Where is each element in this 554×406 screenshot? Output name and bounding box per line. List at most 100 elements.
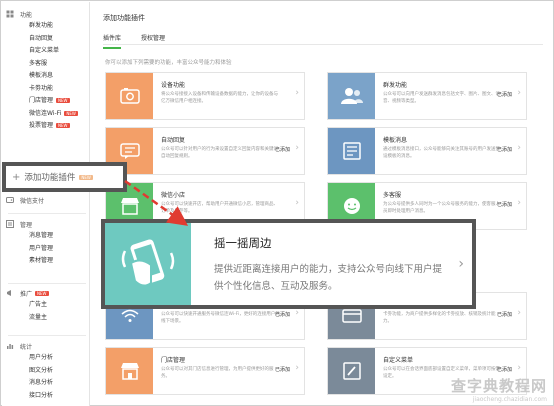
sidebar-item-coupon[interactable]: 卡劵功能 <box>2 83 89 96</box>
sidebar-heading-manage: 管理 <box>2 218 89 230</box>
plugin-card-device[interactable]: 设备功能 将公众号接接入设备和传输设备数据的能力，让你的设备与亿万微信用户相连接… <box>105 72 305 120</box>
sidebar-item-article-analysis[interactable]: 图文分析 <box>2 365 89 378</box>
plugin-title: 群发功能 <box>383 82 408 89</box>
plugin-desc: 将公众号接接入设备和传输设备数据的能力，让你的设备与亿万微信用户相连接。 <box>161 92 278 104</box>
sidebar-item-messages[interactable]: 消息管理 <box>2 230 89 243</box>
plugin-desc: 公众号可以对其门店信息进行管理，为用户提供更好的服务。 <box>161 367 274 379</box>
sidebar-item-users[interactable]: 用户管理 <box>2 243 89 256</box>
sidebar-item-label: 广告主 <box>29 301 48 308</box>
sidebar-item-message-analysis[interactable]: 消息分析 <box>2 377 89 390</box>
statistics-icon <box>6 342 14 350</box>
manage-icon <box>6 220 14 228</box>
chevron-right-icon: › <box>517 308 521 318</box>
sidebar-heading-promotion: 推广 NEW <box>2 287 89 299</box>
sidebar-item-mass-send[interactable]: 群发功能 <box>2 20 89 33</box>
sidebar-heading-label: 微信支付 <box>20 197 45 205</box>
menu-icon <box>328 348 375 394</box>
plugin-title: 模板消息 <box>383 137 408 144</box>
main-content: 添加功能插件 插件库 授权管理 你可以添加下列需要的功能，丰富公众号能力和体验 … <box>91 2 554 406</box>
promotion-icon <box>6 289 14 297</box>
store-icon <box>106 348 153 394</box>
sidebar-item-template-message[interactable]: 模板消息 <box>2 70 89 83</box>
sidebar-item-label: 卡劵功能 <box>29 84 54 92</box>
sidebar-section-statistics: 统计 用户分析 图文分析 消息分析 接口分析 <box>2 340 89 403</box>
watermark-url: jiaocheng.chazidian.com <box>472 396 547 403</box>
sidebar-item-traffic-owner[interactable]: 流量主 <box>2 312 89 325</box>
chevron-right-icon: › <box>517 363 521 373</box>
sidebar-item-label: 模板消息 <box>29 72 54 79</box>
plugin-status: 已添加 <box>496 202 512 208</box>
new-badge: NEW <box>35 290 49 296</box>
new-badge: NEW <box>64 110 78 116</box>
tab-authorization[interactable]: 授权管理 <box>141 33 165 49</box>
plugin-card-template-message[interactable]: 模板消息 通过模板消息接口，公众号能够向关注其账号的用户发送预设模板的消息。 已… <box>327 127 527 175</box>
sidebar-item-auto-reply[interactable]: 自动回复 <box>2 33 89 46</box>
page-title: 添加功能插件 <box>103 14 145 22</box>
sidebar-item-user-analysis[interactable]: 用户分析 <box>2 352 89 365</box>
features-icon <box>6 10 14 18</box>
plugin-desc: 提供近距离连接用户的能力，支持公众号向线下用户提供个性化信息、互动及服务。 <box>214 264 443 292</box>
users-icon <box>328 73 375 119</box>
plugin-card-mass-send[interactable]: 群发功能 公众号可以向用户发送群发消息包括文字、图片、图文、语音、视频等类型。 … <box>327 72 527 120</box>
new-badge: NEW <box>79 174 93 180</box>
plugin-title: 设备功能 <box>161 82 186 89</box>
plugin-status: 已添加 <box>496 312 512 318</box>
chevron-right-icon: › <box>458 256 464 272</box>
sidebar-item-label: 接口分析 <box>29 391 54 399</box>
sidebar-item-label: 门店管理 <box>29 97 54 104</box>
sidebar-item-vote[interactable]: 投票管理 NEW <box>2 120 89 133</box>
plugin-desc: 为公众号提供多人同时为一个公众号服务的能力，使客服人员即时处理用户消息。 <box>383 202 500 214</box>
sidebar-item-wifi[interactable]: 微信连Wi-Fi NEW <box>2 108 89 121</box>
sidebar-item-label: 用户管理 <box>29 244 54 252</box>
sidebar-heading-wechat-pay[interactable]: 微信支付 <box>2 194 89 206</box>
chevron-right-icon: › <box>295 88 299 98</box>
sidebar-item-label: 图文分析 <box>29 366 54 374</box>
plugin-desc: 通过模板消息接口，公众号能够向关注其账号的用户发送预设模板的消息。 <box>383 147 500 159</box>
wallet-icon <box>6 196 14 204</box>
device-icon <box>106 73 153 119</box>
plugin-title: 自定义菜单 <box>383 357 414 364</box>
plugin-status: 已添加 <box>496 367 512 373</box>
sidebar-item-api-analysis[interactable]: 接口分析 <box>2 390 89 403</box>
plugin-card-shake-around[interactable]: 摇一摇周边 提供近距离连接用户的能力，支持公众号向线下用户提供个性化信息、互动及… <box>101 219 476 309</box>
plugin-card-auto-reply[interactable]: 自动回复 公众号可以针对用户的行为来设置自定义回复内容和关键词自动回复规则。 已… <box>105 127 305 175</box>
plugin-desc: 公众号可以快速开通服务号微信连Wi-Fi，更好的连接用户的线下场景。 <box>161 312 280 324</box>
sidebar-item-label: 自动回复 <box>29 34 54 42</box>
sidebar-divider <box>8 335 86 336</box>
chevron-right-icon: › <box>295 363 299 373</box>
new-badge: NEW <box>56 98 70 103</box>
chevron-right-icon: › <box>517 88 521 98</box>
intro-text: 你可以添加下列需要的功能，丰富公众号能力和体验 <box>105 60 232 66</box>
plus-icon: + <box>12 171 21 183</box>
template-icon <box>328 128 375 174</box>
new-badge: NEW <box>56 123 70 128</box>
sidebar-heading-label: 统计 <box>20 343 33 351</box>
add-plugin-label: 添加功能插件 <box>24 173 76 183</box>
sidebar-item-materials[interactable]: 素材管理 <box>2 255 89 268</box>
sidebar-item-label: 流量主 <box>29 313 48 321</box>
chevron-right-icon: › <box>295 308 299 318</box>
sidebar-section-wechat-pay[interactable]: 微信支付 <box>2 194 89 206</box>
sidebar-item-custom-menu[interactable]: 自定义菜单 <box>2 45 89 58</box>
sidebar-item-label: 消息管理 <box>29 232 54 239</box>
plugin-status: 已添加 <box>274 312 290 318</box>
plugin-status: 已添加 <box>496 92 512 98</box>
sidebar-item-label: 消息分析 <box>29 379 54 386</box>
plugin-status: 已添加 <box>274 367 290 373</box>
plugin-status: 已添加 <box>274 147 290 153</box>
plugin-title: 多客服 <box>383 192 402 199</box>
plugin-desc: 公众号可以快速开店，帮助用户开通微信小店，管理商品、订单及库存等。 <box>161 202 278 214</box>
sidebar-item-multi-service[interactable]: 多客服 <box>2 58 89 71</box>
sidebar-item-store[interactable]: 门店管理 NEW <box>2 95 89 108</box>
add-plugin-button[interactable]: + 添加功能插件 NEW <box>2 162 127 192</box>
plugin-title: 微信小店 <box>161 192 186 199</box>
sidebar-section-features: 功能 群发功能 自动回复 自定义菜单 多客服 模板消息 卡劵功能 门店管理 NEW… <box>2 8 89 133</box>
plugin-desc: 公众号可以向用户发送群发消息包括文字、图片、图文、语音、视频等类型。 <box>383 92 500 104</box>
plugin-card-store[interactable]: 门店管理 公众号可以对其门店信息进行管理，为用户提供更好的服务。 已添加 › <box>105 347 305 395</box>
tab-bar: 插件库 授权管理 <box>103 33 185 49</box>
sidebar-heading-features: 功能 <box>2 8 89 20</box>
tab-plugin-library[interactable]: 插件库 <box>103 33 122 49</box>
sidebar-item-advertiser[interactable]: 广告主 <box>2 299 89 312</box>
shake-phone-icon <box>105 223 191 305</box>
sidebar-item-label: 投票管理 <box>29 122 54 129</box>
